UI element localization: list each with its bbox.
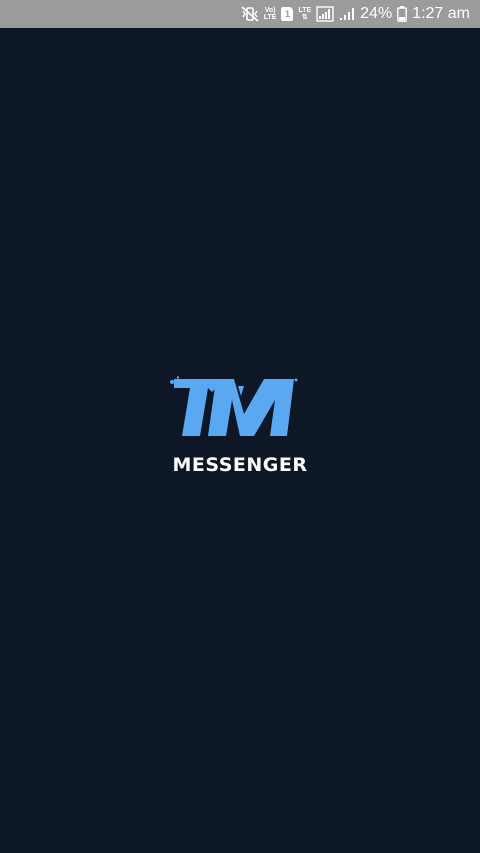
- battery-icon: [397, 6, 408, 22]
- volte-top-label: Vo): [264, 7, 276, 14]
- volte-indicator: Vo) LTE: [264, 7, 277, 21]
- lte-label: LTE: [298, 7, 312, 14]
- vibrate-mute-icon: [241, 6, 259, 22]
- splash-screen: Vo) LTE 1 LTE ⇅ 24% 1:27 am MESSENGER: [0, 0, 480, 853]
- app-logo: MESSENGER: [168, 376, 312, 482]
- sim-icon: 1: [281, 7, 294, 21]
- status-bar: Vo) LTE 1 LTE ⇅ 24% 1:27 am: [0, 0, 480, 28]
- lte-arrows-icon: ⇅: [301, 14, 308, 21]
- signal-sim2-icon: [339, 6, 355, 22]
- volte-bottom-label: LTE: [263, 14, 277, 21]
- battery-percent: 24%: [360, 5, 393, 22]
- tm-logo-mark: [170, 376, 298, 436]
- signal-sim1-icon: [316, 6, 334, 22]
- sim-slot-label: 1: [281, 7, 294, 21]
- clock: 1:27 am: [412, 5, 470, 22]
- logo-wordmark: MESSENGER: [172, 454, 308, 476]
- lte-indicator: LTE ⇅: [298, 7, 311, 21]
